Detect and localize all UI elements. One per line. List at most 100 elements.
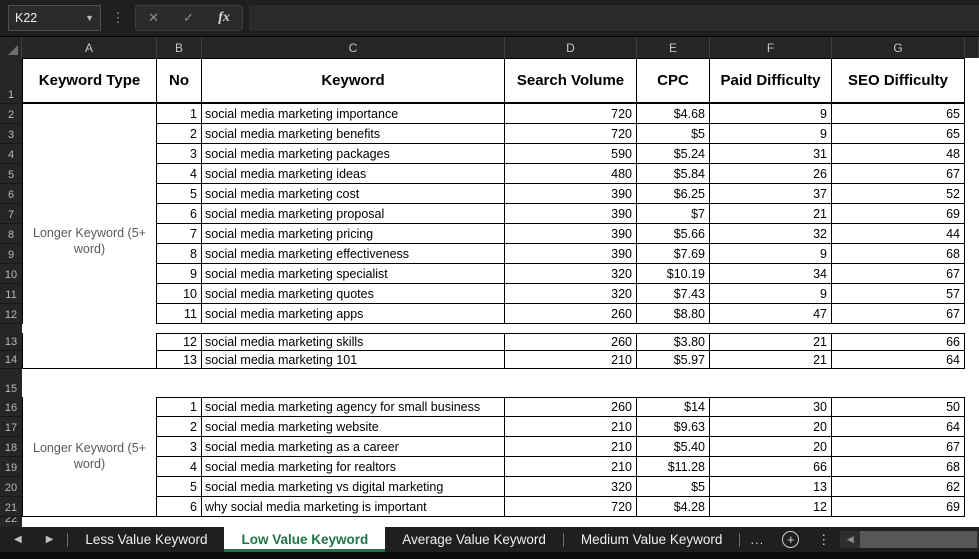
cell-C7[interactable]: social media marketing proposal [202,204,505,224]
sheet-tab-low-value-keyword[interactable]: Low Value Keyword [224,527,385,552]
cell-C17[interactable]: social media marketing website [202,417,505,437]
row-header-3[interactable]: 3 [0,124,22,144]
new-sheet-icon[interactable]: + [782,531,799,548]
row-header-4[interactable]: 4 [0,144,22,164]
cell-B21[interactable]: 6 [157,497,202,517]
cell-D8[interactable]: 390 [505,224,637,244]
cell-D18[interactable]: 210 [505,437,637,457]
cell-E5[interactable]: $5.84 [637,164,710,184]
sheet-tab-less-value-keyword[interactable]: Less Value Keyword [68,527,224,552]
cancel-icon[interactable]: ✕ [148,10,159,26]
cell-D5[interactable]: 480 [505,164,637,184]
row-header-22[interactable]: 22 [0,517,22,527]
cell-E20[interactable]: $5 [637,477,710,497]
cell-G7[interactable]: 69 [832,204,965,224]
cell-B6[interactable]: 5 [157,184,202,204]
header-cell-B1[interactable]: No [157,58,202,104]
cell-E3[interactable]: $5 [637,124,710,144]
header-cell-D1[interactable]: Search Volume [505,58,637,104]
cell-B13[interactable]: 12 [157,333,202,351]
cell-F12[interactable]: 47 [710,304,832,324]
row-header-8[interactable]: 8 [0,224,22,244]
column-header-D[interactable]: D [505,37,637,58]
cell-G12[interactable]: 67 [832,304,965,324]
cell-C3[interactable]: social media marketing benefits [202,124,505,144]
cell-D16[interactable]: 260 [505,397,637,417]
cell-E21[interactable]: $4.28 [637,497,710,517]
cell-C5[interactable]: social media marketing ideas [202,164,505,184]
cell-G9[interactable]: 68 [832,244,965,264]
row-header-9[interactable]: 9 [0,244,22,264]
cell-G11[interactable]: 57 [832,284,965,304]
cell-E18[interactable]: $5.40 [637,437,710,457]
column-header-E[interactable]: E [637,37,710,58]
column-header-A[interactable]: A [22,37,157,58]
cell-G20[interactable]: 62 [832,477,965,497]
row-header-10[interactable]: 10 [0,264,22,284]
cell-F20[interactable]: 13 [710,477,832,497]
cell-D9[interactable]: 390 [505,244,637,264]
insert-function-icon[interactable]: fx [218,10,230,26]
row-header-20[interactable]: 20 [0,477,22,497]
cell-D6[interactable]: 390 [505,184,637,204]
cell-E2[interactable]: $4.68 [637,104,710,124]
row-header-17[interactable]: 17 [0,417,22,437]
cell-C18[interactable]: social media marketing as a career [202,437,505,457]
cell-B9[interactable]: 8 [157,244,202,264]
cell-D14[interactable]: 210 [505,351,637,369]
cell-C4[interactable]: social media marketing packages [202,144,505,164]
cell-E14[interactable]: $5.97 [637,351,710,369]
column-header-G[interactable]: G [832,37,965,58]
cell-G4[interactable]: 48 [832,144,965,164]
cell-E6[interactable]: $6.25 [637,184,710,204]
keyword-type-cell[interactable]: Longer Keyword (5+ word) [22,397,157,517]
enter-icon[interactable]: ✓ [183,10,194,26]
cell-C6[interactable]: social media marketing cost [202,184,505,204]
column-header-C[interactable]: C [202,37,505,58]
cell-F16[interactable]: 30 [710,397,832,417]
cell-B11[interactable]: 10 [157,284,202,304]
cell-F3[interactable]: 9 [710,124,832,144]
cell-B19[interactable]: 4 [157,457,202,477]
cell-B4[interactable]: 3 [157,144,202,164]
scrollbar-thumb[interactable] [860,531,977,548]
cell-E7[interactable]: $7 [637,204,710,224]
cell-F14[interactable]: 21 [710,351,832,369]
horizontal-scrollbar[interactable]: ◀ [840,531,979,548]
row-header-1[interactable]: 1 [0,58,22,104]
tab-overflow-button[interactable]: ... [740,532,774,547]
cell-B7[interactable]: 6 [157,204,202,224]
cell-G5[interactable]: 67 [832,164,965,184]
cell-F13[interactable]: 21 [710,333,832,351]
cell-C11[interactable]: social media marketing quotes [202,284,505,304]
cell-B3[interactable]: 2 [157,124,202,144]
column-header-B[interactable]: B [157,37,202,58]
cell-F9[interactable]: 9 [710,244,832,264]
row-header-5[interactable]: 5 [0,164,22,184]
keyword-type-cell[interactable] [22,333,157,369]
sheet-tab-medium-value-keyword[interactable]: Medium Value Keyword [564,527,740,552]
cell-G10[interactable]: 67 [832,264,965,284]
cell-F2[interactable]: 9 [710,104,832,124]
row-header-11[interactable]: 11 [0,284,22,304]
cell-E19[interactable]: $11.28 [637,457,710,477]
row-header-14[interactable]: 14 [0,351,22,369]
header-cell-C1[interactable]: Keyword [202,58,505,104]
cell-E12[interactable]: $8.80 [637,304,710,324]
cell-F21[interactable]: 12 [710,497,832,517]
cell-F17[interactable]: 20 [710,417,832,437]
row-header-19[interactable]: 19 [0,457,22,477]
cell-D11[interactable]: 320 [505,284,637,304]
row-header-15[interactable]: 15 [0,369,22,397]
cell-C19[interactable]: social media marketing for realtors [202,457,505,477]
cell-F11[interactable]: 9 [710,284,832,304]
cell-G16[interactable]: 50 [832,397,965,417]
cell-D21[interactable]: 720 [505,497,637,517]
cell-B16[interactable]: 1 [157,397,202,417]
cell-B12[interactable]: 11 [157,304,202,324]
cell-D7[interactable]: 390 [505,204,637,224]
cell-E11[interactable]: $7.43 [637,284,710,304]
cell-E17[interactable]: $9.63 [637,417,710,437]
cell-F5[interactable]: 26 [710,164,832,184]
keyword-type-cell[interactable]: Longer Keyword (5+ word) [22,104,157,324]
